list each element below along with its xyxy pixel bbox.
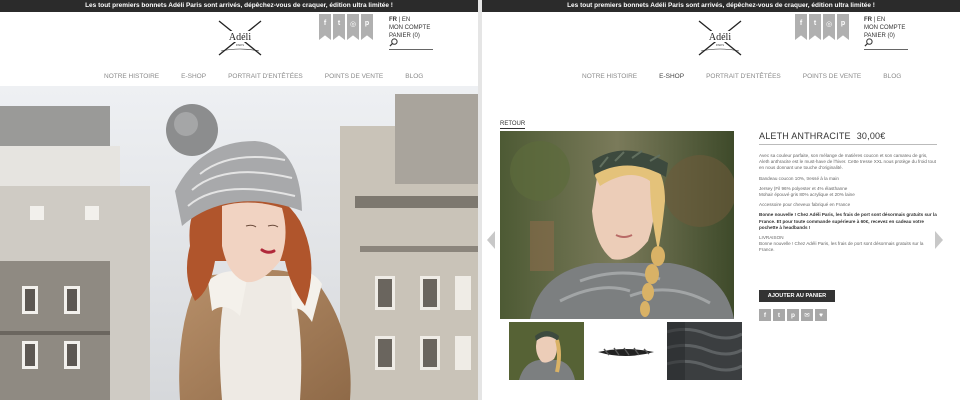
nav-portrait[interactable]: PORTRAIT D'ENTÊTÉES xyxy=(706,73,781,80)
product-thumbnails xyxy=(509,322,742,380)
product-page-panel: Les tout premiers bonnets Adéli Paris so… xyxy=(482,0,960,400)
lang-separator: | xyxy=(873,17,876,23)
nav-notre-histoire[interactable]: NOTRE HISTOIRE xyxy=(104,73,159,80)
screenshot-composite: Les tout premiers bonnets Adéli Paris so… xyxy=(0,0,960,400)
pinterest-icon[interactable]: p xyxy=(361,14,373,40)
instagram-icon[interactable]: ◎ xyxy=(347,14,359,40)
instagram-icon[interactable]: ◎ xyxy=(823,14,835,40)
main-nav: NOTRE HISTOIRE E-SHOP PORTRAIT D'ENTÊTÉE… xyxy=(104,73,445,80)
back-link[interactable]: RETOUR xyxy=(500,121,526,129)
facebook-icon[interactable]: f xyxy=(795,14,807,40)
logo-text: Adéli xyxy=(709,32,731,43)
lang-en[interactable]: EN xyxy=(877,17,885,23)
twitter-icon[interactable]: t xyxy=(333,14,345,40)
product-price: 30,00€ xyxy=(856,131,886,141)
nav-e-shop[interactable]: E-SHOP xyxy=(659,73,684,80)
pinterest-icon[interactable]: p xyxy=(837,14,849,40)
search-icon xyxy=(864,38,873,47)
product-description: Avec sa couleur parfaite, son mélange de… xyxy=(759,153,937,254)
logo-subtext: PARIS xyxy=(716,43,724,47)
delivery-text: Bonne nouvelle ! Chez Adéli Paris, les f… xyxy=(759,241,924,253)
product-main-image[interactable] xyxy=(500,131,734,319)
share-buttons: f t p ✉ ♥ xyxy=(759,309,827,321)
thumbnail-texture[interactable] xyxy=(667,322,742,380)
main-nav: NOTRE HISTOIRE E-SHOP PORTRAIT D'ENTÊTÉE… xyxy=(582,73,923,80)
language-switch: FR | EN xyxy=(389,16,430,24)
social-links: f t ◎ p xyxy=(795,14,849,40)
lang-separator: | xyxy=(398,17,401,23)
nav-portrait[interactable]: PORTRAIT D'ENTÊTÉES xyxy=(228,73,303,80)
account-block: FR | EN MON COMPTE PANIER (0) xyxy=(864,16,905,40)
search-input[interactable] xyxy=(389,38,433,50)
lang-fr[interactable]: FR xyxy=(389,17,397,23)
product-title: ALETH ANTHRACITE 30,00€ xyxy=(759,131,937,145)
my-account-link[interactable]: MON COMPTE xyxy=(864,24,905,32)
pinterest-icon[interactable]: p xyxy=(787,309,799,321)
home-page-panel: Les tout premiers bonnets Adéli Paris so… xyxy=(0,0,478,400)
nav-blog[interactable]: BLOG xyxy=(883,73,901,80)
language-switch: FR | EN xyxy=(864,16,905,24)
facebook-icon[interactable]: f xyxy=(319,14,331,40)
nav-points-de-vente[interactable]: POINTS DE VENTE xyxy=(325,73,384,80)
nav-points-de-vente[interactable]: POINTS DE VENTE xyxy=(803,73,862,80)
lang-en[interactable]: EN xyxy=(402,17,410,23)
nav-e-shop[interactable]: E-SHOP xyxy=(181,73,206,80)
lang-fr[interactable]: FR xyxy=(864,17,872,23)
description-paragraph: Jersey (Fil 96% polyester et 4% élasthan… xyxy=(759,185,855,198)
search-icon xyxy=(389,38,398,47)
thumbnail-portrait[interactable] xyxy=(509,322,584,380)
add-to-cart-button[interactable]: AJOUTER AU PANIER xyxy=(759,290,835,302)
product-name: ALETH ANTHRACITE xyxy=(759,131,851,141)
twitter-icon[interactable]: t xyxy=(809,14,821,40)
thumbnail-headband[interactable] xyxy=(588,322,663,380)
twitter-icon[interactable]: t xyxy=(773,309,785,321)
email-icon[interactable]: ✉ xyxy=(801,309,813,321)
account-block: FR | EN MON COMPTE PANIER (0) xyxy=(389,16,430,40)
my-account-link[interactable]: MON COMPTE xyxy=(389,24,430,32)
promo-banner: Les tout premiers bonnets Adéli Paris so… xyxy=(0,0,478,12)
description-paragraph: Bandeau coucon 10%, tressé à la main xyxy=(759,175,839,181)
shipping-notice: Bonne nouvelle ! Chez Adéli Paris, les f… xyxy=(759,212,937,230)
brand-logo[interactable]: Adéli PARIS xyxy=(213,17,267,59)
description-paragraph: Accessoire pour cheveux fabriqué en Fran… xyxy=(759,202,851,208)
product-info: ALETH ANTHRACITE 30,00€ Avec sa couleur p… xyxy=(759,131,937,254)
prev-arrow-icon[interactable] xyxy=(486,230,496,250)
logo-subtext: PARIS xyxy=(236,43,244,47)
heart-icon[interactable]: ♥ xyxy=(815,309,827,321)
search-input[interactable] xyxy=(864,38,908,50)
brand-logo[interactable]: Adéli PARIS xyxy=(693,17,747,59)
social-links: f t ◎ p xyxy=(319,14,373,40)
description-paragraph: Avec sa couleur parfaite, son mélange de… xyxy=(759,153,936,171)
hero-image xyxy=(0,86,478,400)
logo-text: Adéli xyxy=(229,32,251,43)
nav-blog[interactable]: BLOG xyxy=(405,73,423,80)
nav-notre-histoire[interactable]: NOTRE HISTOIRE xyxy=(582,73,637,80)
facebook-icon[interactable]: f xyxy=(759,309,771,321)
promo-banner: Les tout premiers bonnets Adéli Paris so… xyxy=(482,0,960,12)
